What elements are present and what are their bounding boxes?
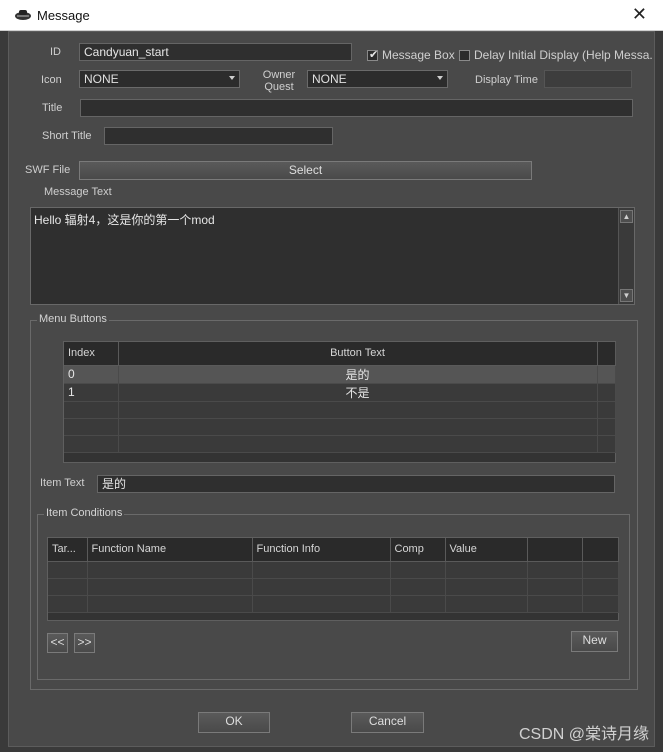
item-conditions-table: Tar... Function Name Function Info Comp … xyxy=(47,537,619,621)
row-button-text: 不是 xyxy=(118,383,598,402)
chevron-down-icon xyxy=(437,76,443,80)
message-text-label: Message Text xyxy=(44,186,112,198)
item-text-input[interactable]: 是的 xyxy=(97,475,615,493)
window-title: Message xyxy=(37,8,90,23)
table-row[interactable]: 1 不是 xyxy=(64,383,616,402)
empty-row xyxy=(64,401,616,419)
column-header-spacer xyxy=(597,342,616,366)
table-row[interactable]: 0 是的 xyxy=(64,365,616,384)
id-label: ID xyxy=(50,46,61,58)
empty-row xyxy=(64,418,616,436)
empty-row xyxy=(48,595,619,613)
app-icon xyxy=(15,10,31,20)
column-header-spacer xyxy=(582,538,619,562)
message-box-label: Message Box xyxy=(382,48,455,62)
watermark: CSDN @棠诗月缘 xyxy=(518,726,649,743)
swf-select-button[interactable]: Select xyxy=(79,161,532,180)
owner-quest-label: Owner Quest xyxy=(262,69,296,93)
menu-buttons-table: Index Button Text 0 是的 1 不是 xyxy=(63,341,616,463)
column-header-function-info[interactable]: Function Info xyxy=(252,538,391,562)
column-header-button-text[interactable]: Button Text xyxy=(118,342,598,366)
column-header-index[interactable]: Index xyxy=(64,342,119,366)
display-time-label: Display Time xyxy=(475,74,538,86)
item-conditions-header: Tar... Function Name Function Info Comp … xyxy=(48,538,619,562)
prev-button[interactable]: << xyxy=(47,633,68,653)
short-title-input[interactable] xyxy=(104,127,333,145)
empty-row xyxy=(48,561,619,579)
message-text-value: Hello 辐射4，这是你的第一个mod xyxy=(34,213,215,227)
swf-file-label: SWF File xyxy=(25,164,71,176)
column-header-function-name[interactable]: Function Name xyxy=(87,538,253,562)
next-button[interactable]: >> xyxy=(74,633,95,653)
item-text-label: Item Text xyxy=(40,477,85,489)
chevron-down-icon xyxy=(229,76,235,80)
window-titlebar: Message ✕ xyxy=(0,0,663,31)
title-label: Title xyxy=(42,102,63,114)
icon-select-value: NONE xyxy=(84,72,119,86)
menu-buttons-group: Menu Buttons Index Button Text 0 是的 1 不是 xyxy=(30,313,638,690)
ok-button[interactable]: OK xyxy=(198,712,270,733)
row-button-text: 是的 xyxy=(118,365,598,384)
menu-buttons-header: Index Button Text xyxy=(64,342,616,366)
message-box-checkbox[interactable]: ✔ xyxy=(367,49,379,61)
item-conditions-group: Item Conditions Tar... Function Name Fun… xyxy=(37,507,630,680)
delay-initial-checkbox[interactable] xyxy=(459,50,470,61)
empty-row xyxy=(48,578,619,596)
row-index: 1 xyxy=(64,383,119,402)
menu-buttons-group-title: Menu Buttons xyxy=(37,313,109,325)
icon-select[interactable]: NONE xyxy=(79,70,240,88)
delay-initial-label: Delay Initial Display (Help Messa. xyxy=(474,48,653,62)
scroll-down-icon[interactable]: ▼ xyxy=(620,289,633,302)
column-header-extra[interactable] xyxy=(527,538,583,562)
owner-quest-select[interactable]: NONE xyxy=(307,70,448,88)
icon-label: Icon xyxy=(41,74,62,86)
new-condition-button[interactable]: New xyxy=(571,631,618,652)
id-input[interactable]: Candyuan_start xyxy=(79,43,352,61)
column-header-value[interactable]: Value xyxy=(445,538,528,562)
cancel-button[interactable]: Cancel xyxy=(351,712,424,733)
title-input[interactable] xyxy=(80,99,633,117)
scroll-up-icon[interactable]: ▲ xyxy=(620,210,633,223)
message-text-scrollbar[interactable]: ▲ ▼ xyxy=(618,208,634,304)
empty-row xyxy=(64,435,616,453)
item-conditions-group-title: Item Conditions xyxy=(44,507,125,519)
column-header-comp[interactable]: Comp xyxy=(390,538,446,562)
row-index: 0 xyxy=(64,365,119,384)
column-header-target[interactable]: Tar... xyxy=(48,538,88,562)
message-dialog: ID Candyuan_start ✔ Message Box Delay In… xyxy=(8,31,655,747)
short-title-label: Short Title xyxy=(42,130,92,142)
display-time-input[interactable] xyxy=(544,70,632,88)
message-text-area[interactable]: Hello 辐射4，这是你的第一个mod ▲ ▼ xyxy=(30,207,635,305)
owner-quest-select-value: NONE xyxy=(312,72,347,86)
checkmark-icon: ✔ xyxy=(369,49,379,61)
close-icon[interactable]: ✕ xyxy=(632,4,647,25)
